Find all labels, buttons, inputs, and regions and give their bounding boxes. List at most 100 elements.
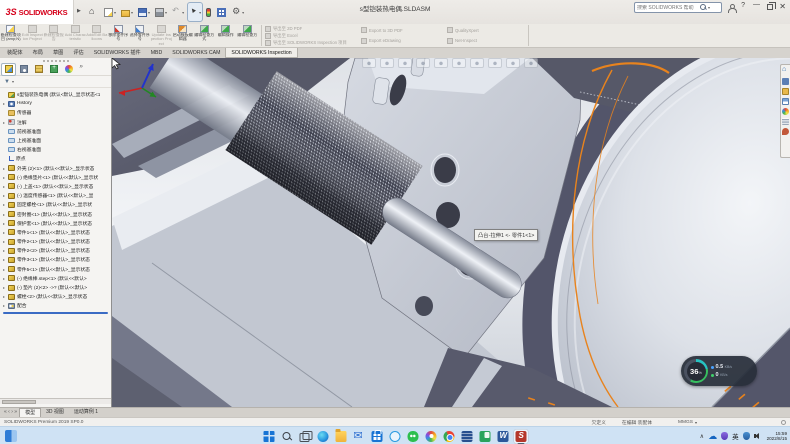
tree-item[interactable]: ▸ 注解 bbox=[0, 118, 111, 127]
display-style-icon[interactable] bbox=[452, 58, 466, 68]
start-button[interactable] bbox=[262, 429, 277, 444]
minimize-button[interactable]: — bbox=[753, 1, 760, 8]
ribbon-button[interactable]: 选择零件序号 bbox=[129, 24, 151, 47]
edge-app[interactable] bbox=[316, 429, 331, 444]
tree-item[interactable]: ▸ 保护套<1> (默认<<默认>_显示状态 bbox=[0, 219, 111, 228]
tree-item[interactable]: 上视基准面 bbox=[0, 136, 111, 145]
tree-item[interactable]: ▸ 零件2<2> (默认<<默认>_显示状态 bbox=[0, 246, 111, 255]
filter-funnel-icon[interactable]: ▼ bbox=[4, 79, 10, 85]
status-quick-tip-icon[interactable] bbox=[781, 420, 786, 425]
volume-icon[interactable] bbox=[754, 432, 763, 441]
solidworks-resources-icon[interactable] bbox=[782, 68, 789, 75]
export-button[interactable]: 导出至 SOLIDWORKS Inspection 项目 bbox=[265, 39, 361, 46]
export-button[interactable]: Net-Inspect bbox=[447, 37, 525, 44]
edit-appearance-icon[interactable] bbox=[488, 58, 502, 68]
chrome-app[interactable] bbox=[442, 429, 457, 444]
quick-access-button[interactable] bbox=[88, 3, 100, 21]
tree-item[interactable]: ▸ 螺栓<2> (默认<<默认>_显示状态 bbox=[0, 292, 111, 301]
search-input[interactable] bbox=[637, 5, 699, 11]
scrollbar-thumb[interactable] bbox=[2, 400, 36, 404]
ribbon-button[interactable]: 移除零件序号 bbox=[108, 24, 130, 47]
quick-access-button[interactable] bbox=[205, 3, 213, 21]
file-explorer-app[interactable] bbox=[334, 429, 349, 444]
ribbon-button[interactable]: 编辑检查方式 bbox=[194, 24, 216, 47]
widgets-icon[interactable] bbox=[5, 430, 17, 442]
search-caret-icon[interactable]: ▾ bbox=[708, 5, 710, 10]
defender-shield-icon[interactable] bbox=[743, 432, 750, 440]
quick-access-button[interactable]: ▾ bbox=[137, 3, 151, 21]
menu-flyout-icon[interactable]: ▶ bbox=[77, 8, 81, 14]
restore-button[interactable] bbox=[767, 4, 773, 10]
zoom-fit-icon[interactable] bbox=[362, 58, 376, 68]
ribbon-button[interactable]: Update Inspection Project bbox=[151, 24, 173, 47]
ribbon-tab[interactable]: 装配体 bbox=[2, 48, 28, 58]
ribbon-button[interactable]: Add/Edit Balloons bbox=[86, 24, 108, 47]
cortana-app[interactable] bbox=[388, 429, 403, 444]
ribbon-button[interactable]: 编辑检查方 bbox=[237, 24, 259, 47]
task-view-button[interactable] bbox=[298, 429, 313, 444]
dropdown-caret-icon[interactable]: ▾ bbox=[165, 10, 167, 15]
quick-access-button[interactable]: ▾ bbox=[120, 3, 134, 21]
tree-item[interactable]: ▸ 零件5<1> (默认<<默认>_显示状态 bbox=[0, 265, 111, 274]
appearances-scenes-icon[interactable] bbox=[782, 108, 789, 115]
forum-icon[interactable] bbox=[782, 128, 789, 135]
export-button[interactable]: 导出至 2D PDF bbox=[265, 25, 361, 32]
tree-item[interactable]: 传感器 bbox=[0, 108, 111, 117]
document-tab[interactable]: 3D 视图 bbox=[41, 408, 69, 417]
document-tab[interactable]: 运动算例 1 bbox=[69, 408, 103, 417]
store-app[interactable] bbox=[370, 429, 385, 444]
color-wheel-app[interactable] bbox=[424, 429, 439, 444]
tray-chevron-icon[interactable]: ∧ bbox=[700, 433, 704, 440]
quick-access-button[interactable]: ▾ bbox=[103, 3, 117, 21]
ribbon-tab[interactable]: MBD bbox=[146, 48, 168, 58]
ribbon-button[interactable]: Add Characteristic bbox=[65, 24, 87, 47]
units-caret-icon[interactable]: ▾ bbox=[695, 420, 697, 425]
quick-access-button[interactable]: ▾ bbox=[154, 3, 168, 21]
rollback-bar[interactable] bbox=[3, 312, 108, 314]
tree-item[interactable]: 右视基准面 bbox=[0, 145, 111, 154]
close-button[interactable]: ✕ bbox=[779, 2, 786, 11]
search-button[interactable] bbox=[280, 429, 295, 444]
tree-item[interactable]: 前视基准面 bbox=[0, 127, 111, 136]
login-person-icon[interactable] bbox=[727, 4, 735, 12]
export-button[interactable]: Export eDrawing bbox=[361, 37, 447, 44]
wechat-app[interactable] bbox=[406, 429, 421, 444]
onedrive-cloud-icon[interactable]: ☁ bbox=[708, 431, 717, 441]
ribbon-button[interactable]: 编辑操作 bbox=[215, 24, 237, 47]
tree-item[interactable]: ▸ 配合 bbox=[0, 301, 111, 310]
tree-item[interactable]: 原点 bbox=[0, 154, 111, 163]
quick-access-button[interactable]: ▾ bbox=[188, 3, 202, 21]
dropdown-caret-icon[interactable]: ▾ bbox=[131, 10, 133, 15]
dropdown-caret-icon[interactable]: ▾ bbox=[199, 10, 201, 15]
ribbon-button[interactable]: Edit Inspection Project bbox=[22, 24, 44, 47]
section-view-icon[interactable] bbox=[416, 58, 430, 68]
ribbon-tab[interactable]: SOLIDWORKS Inspection bbox=[225, 48, 297, 58]
ribbon-button[interactable]: 新建检查项目 (amp;N) bbox=[0, 24, 22, 47]
ribbon-tab[interactable]: 草图 bbox=[48, 48, 68, 58]
tree-item[interactable]: ▸ (-) 垫片 (2)<2> ->? (默认<<默认> bbox=[0, 283, 111, 292]
ribbon-tab[interactable]: 布局 bbox=[28, 48, 48, 58]
view-orientation-icon[interactable] bbox=[434, 58, 448, 68]
panel-horizontal-scrollbar[interactable] bbox=[0, 398, 111, 404]
view-settings-icon[interactable] bbox=[524, 58, 538, 68]
export-button[interactable]: QualityXpert bbox=[447, 27, 525, 34]
tree-item[interactable]: ▸ 零件3<1> (默认<<默认>_显示状态 bbox=[0, 255, 111, 264]
panel-tab[interactable] bbox=[77, 64, 90, 75]
ribbon-button[interactable]: 启动模板编辑器 bbox=[172, 24, 194, 47]
units-selector[interactable]: MMGS bbox=[678, 420, 693, 425]
file-explorer-icon[interactable] bbox=[782, 88, 789, 95]
dropdown-caret-icon[interactable]: ▾ bbox=[182, 10, 184, 15]
help-button[interactable]: ? bbox=[741, 2, 745, 9]
design-library-icon[interactable] bbox=[782, 78, 789, 85]
reader-app[interactable] bbox=[460, 429, 475, 444]
quick-access-button[interactable]: ▾ bbox=[171, 3, 185, 21]
security-shield-icon[interactable] bbox=[721, 432, 728, 440]
tree-item[interactable]: ▸ 零件2<1> (默认<<默认>_显示状态 bbox=[0, 237, 111, 246]
solidworks-taskbar-app[interactable] bbox=[514, 429, 529, 444]
dropdown-caret-icon[interactable]: ▾ bbox=[148, 10, 150, 15]
tree-item[interactable]: ▸ 零件1<1> (默认<<默认>_显示状态 bbox=[0, 228, 111, 237]
tree-item[interactable]: ▸ 密封圈<1> (默认<<默认>_显示状态 bbox=[0, 209, 111, 218]
tree-item[interactable]: ▸ (-) 上盖<1> (默认<<默认>_显示状态 bbox=[0, 182, 111, 191]
dropdown-caret-icon[interactable]: ▾ bbox=[242, 10, 244, 15]
tree-item[interactable]: ▸ 固定螺栓<1> (默认<<默认>_显示状 bbox=[0, 200, 111, 209]
